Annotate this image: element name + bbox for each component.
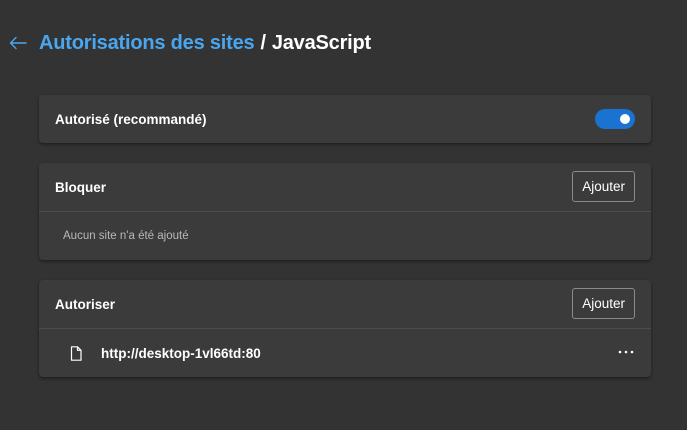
allowed-setting-card: Autorisé (recommandé) <box>39 95 651 143</box>
allowed-setting-label: Autorisé (recommandé) <box>55 111 207 127</box>
allow-section-card: Autoriser Ajouter http://desktop-1vl66td… <box>39 280 651 377</box>
file-icon <box>69 345 83 361</box>
arrow-left-icon <box>9 36 27 50</box>
site-url: http://desktop-1vl66td:80 <box>101 345 261 361</box>
allowed-setting-row: Autorisé (recommandé) <box>39 95 651 143</box>
allow-add-button[interactable]: Ajouter <box>572 288 635 319</box>
javascript-settings-page: Autorisations des sites / JavaScript Autor… <box>0 0 687 430</box>
back-button[interactable] <box>8 31 28 55</box>
block-section-title: Bloquer <box>55 179 107 195</box>
breadcrumb: Autorisations des sites / JavaScript <box>39 32 371 55</box>
breadcrumb-parent-link[interactable]: Autorisations des sites <box>39 32 255 54</box>
more-actions-icon <box>618 350 634 354</box>
block-section-card: Bloquer Ajouter Aucun site n'a été ajout… <box>39 163 651 260</box>
block-section-header: Bloquer Ajouter <box>39 163 651 211</box>
allowed-toggle[interactable] <box>595 109 635 129</box>
allow-section-title: Autoriser <box>55 296 116 312</box>
page-header: Autorisations des sites / JavaScript <box>8 28 371 58</box>
page-title: JavaScript <box>271 31 372 54</box>
list-item: http://desktop-1vl66td:80 <box>39 329 651 377</box>
block-empty-message: Aucun site n'a été ajouté <box>63 230 189 242</box>
allow-section-header: Autoriser Ajouter <box>39 280 651 328</box>
toggle-knob <box>620 114 630 124</box>
breadcrumb-separator: / <box>260 31 266 54</box>
more-actions-button[interactable] <box>617 345 635 359</box>
block-add-button[interactable]: Ajouter <box>572 171 635 202</box>
